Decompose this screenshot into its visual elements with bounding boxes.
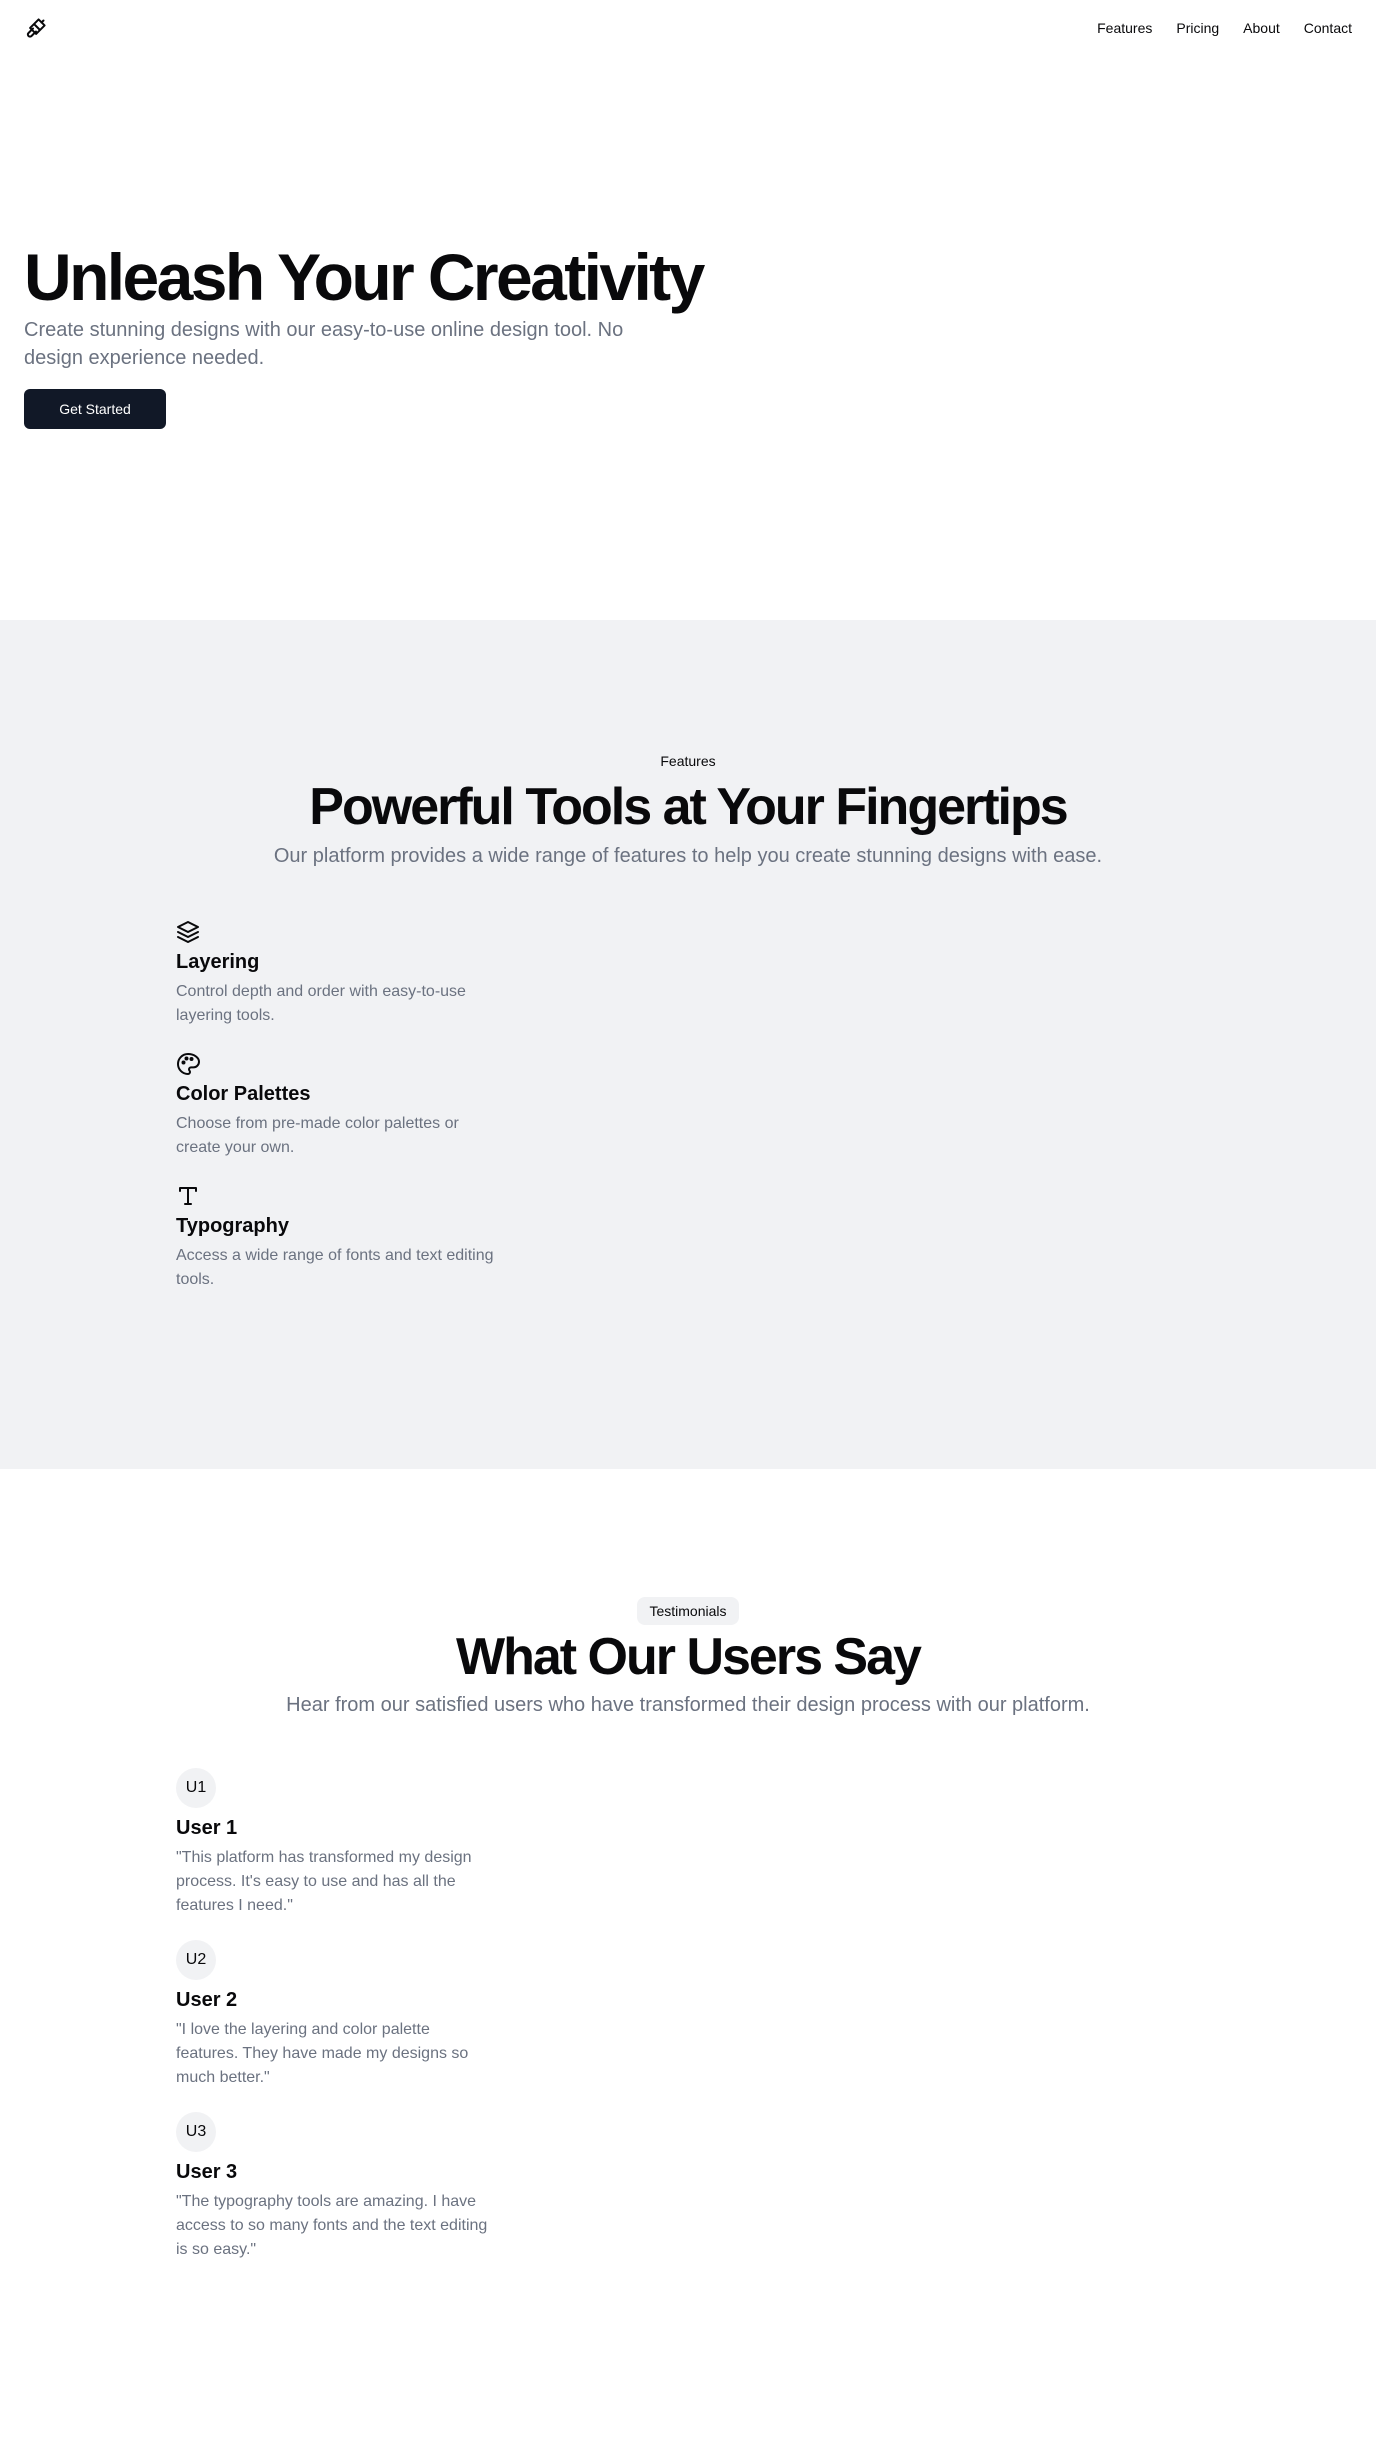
feature-item-color-palettes: Color Palettes Choose from pre-made colo… (176, 1052, 496, 1160)
testimonial-quote: "The typography tools are amazing. I hav… (176, 2193, 488, 2258)
testimonial-quote: "I love the layering and color palette f… (176, 2021, 469, 2086)
feature-description: Control depth and order with easy-to-use… (176, 983, 466, 1024)
user-name: User 2 (176, 1989, 238, 2011)
paintbrush-icon[interactable] (24, 16, 48, 40)
testimonials-section: Testimonials What Our Users Say Hear fro… (0, 1469, 1376, 2437)
hero-subtitle: Create stunning designs with our easy-to… (24, 319, 624, 369)
feature-item-typography: Typography Access a wide range of fonts … (176, 1184, 496, 1292)
palette-icon (177, 1053, 200, 1075)
user-name: User 3 (176, 2161, 238, 2183)
testimonials-title: What Our Users Say (456, 1628, 922, 1686)
avatar: U2 (176, 1940, 216, 1980)
type-icon (179, 1187, 197, 1205)
user-name: User 1 (176, 1817, 238, 1839)
testimonials-subtitle: Hear from our satisfied users who have t… (286, 1694, 1090, 1716)
testimonial-card: U2 User 2 "I love the layering and color… (176, 1940, 496, 2090)
avatar: U3 (176, 2112, 216, 2152)
feature-description: Access a wide range of fonts and text ed… (176, 1247, 494, 1288)
features-eyebrow: Features (660, 753, 716, 769)
feature-description: Choose from pre-made color palettes or c… (176, 1115, 459, 1156)
testimonials-badge: Testimonials (637, 1597, 739, 1625)
main-nav: Features Pricing About Contact (1097, 18, 1352, 38)
hero-section: Unleash Your Creativity Create stunning … (0, 56, 1376, 620)
layers-icon (177, 921, 199, 943)
testimonial-quote: "This platform has transformed my design… (176, 1849, 472, 1914)
feature-item-layering: Layering Control depth and order with ea… (176, 920, 496, 1028)
avatar: U1 (176, 1768, 216, 1808)
site-header: Features Pricing About Contact (0, 0, 1376, 56)
testimonial-card: U3 User 3 "The typography tools are amaz… (176, 2112, 496, 2262)
feature-title: Typography (176, 1215, 289, 1237)
get-started-button[interactable]: Get Started (24, 389, 166, 429)
testimonial-card: U1 User 1 "This platform has transformed… (176, 1768, 496, 1918)
feature-title: Color Palettes (176, 1083, 311, 1105)
nav-link-pricing[interactable]: Pricing (1176, 18, 1219, 38)
nav-link-contact[interactable]: Contact (1304, 18, 1352, 38)
nav-link-about[interactable]: About (1243, 18, 1280, 38)
features-section: Features Powerful Tools at Your Fingerti… (0, 620, 1376, 1469)
hero-title: Unleash Your Creativity (24, 240, 705, 314)
feature-title: Layering (176, 951, 260, 973)
testimonials-badge-wrap: Testimonials (0, 1597, 1376, 1625)
features-title: Powerful Tools at Your Fingertips (309, 778, 1068, 836)
features-subtitle: Our platform provides a wide range of fe… (273, 845, 1103, 867)
nav-link-features[interactable]: Features (1097, 18, 1152, 38)
